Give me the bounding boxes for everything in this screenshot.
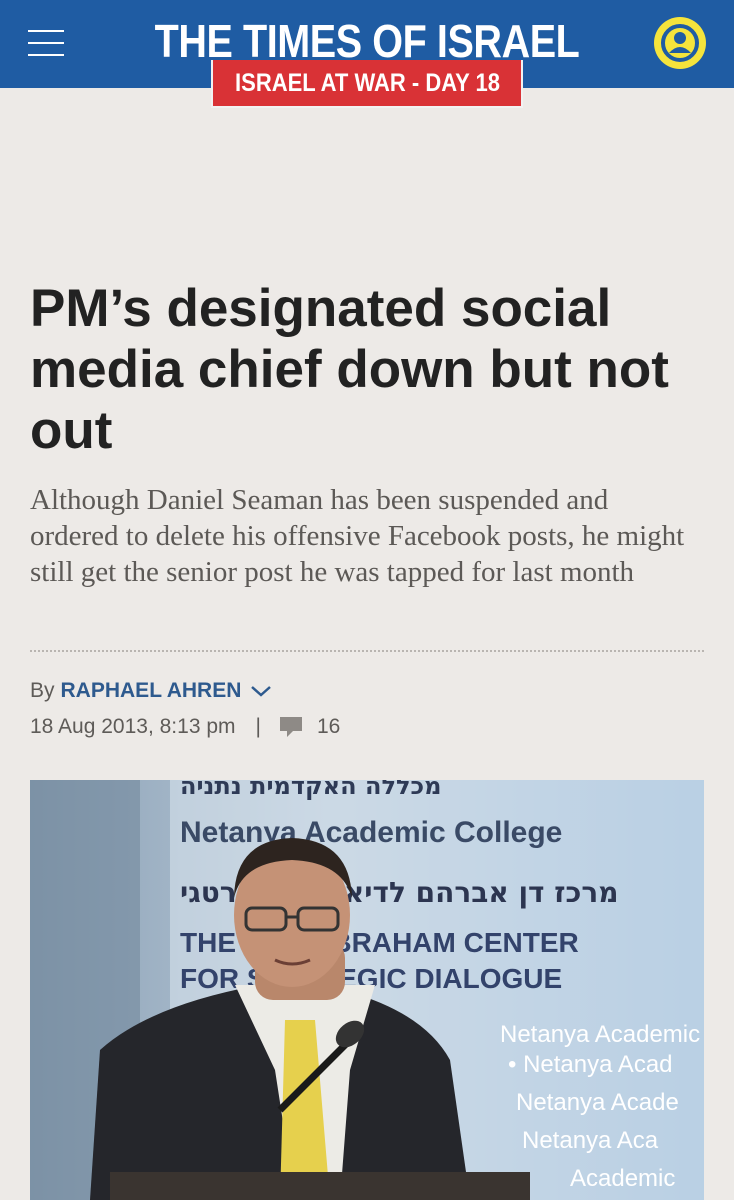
article-photo[interactable]: מכללה האקדמית נתניה Netanya Academic Col… bbox=[30, 780, 704, 1200]
backdrop-text: Netanya Academic bbox=[500, 1021, 700, 1048]
backdrop-text: Netanya Acade bbox=[516, 1089, 679, 1116]
comment-bubble-icon bbox=[279, 717, 302, 737]
backdrop-text: Netanya Aca bbox=[522, 1127, 659, 1154]
chevron-down-icon[interactable] bbox=[249, 683, 273, 699]
backdrop-text: Academic bbox=[570, 1165, 675, 1192]
byline-prefix: By bbox=[30, 679, 55, 702]
speaker-at-podium-image: מכללה האקדמית נתניה Netanya Academic Col… bbox=[30, 780, 704, 1200]
article-headline: PM’s designated social media chief down … bbox=[30, 279, 669, 460]
byline: By RAPHAEL AHREN bbox=[30, 676, 273, 706]
author-link[interactable]: RAPHAEL AHREN bbox=[61, 679, 242, 703]
publish-timestamp: 18 Aug 2013, 8:13 pm bbox=[30, 715, 236, 738]
comment-count: 16 bbox=[316, 715, 341, 738]
divider bbox=[30, 650, 704, 652]
backdrop-text: מכללה האקדמית נתניה bbox=[180, 780, 441, 800]
article-subhead: Although Daniel Seaman has been suspende… bbox=[30, 484, 685, 588]
war-day-banner[interactable]: ISRAEL AT WAR - DAY 18 bbox=[211, 60, 523, 108]
comments-link[interactable]: 16 bbox=[279, 715, 340, 739]
backdrop-text: Netanya Academic College bbox=[180, 816, 562, 849]
article-meta: 18 Aug 2013, 8:13 pm | 16 bbox=[30, 711, 340, 743]
user-account-icon[interactable] bbox=[654, 17, 706, 69]
meta-separator: | bbox=[255, 715, 261, 738]
backdrop-text: • Netanya Acad bbox=[508, 1051, 673, 1078]
